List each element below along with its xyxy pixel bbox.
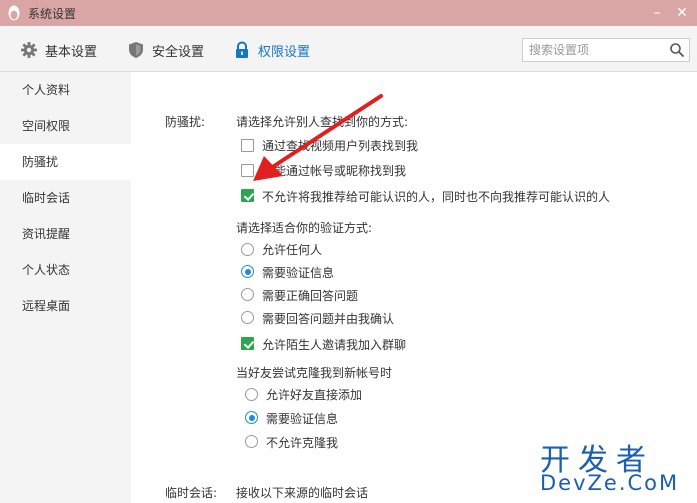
option-no-recommendation-label[interactable]: 不允许将我推荐给可能认识的人，同时也不向我推荐可能认识的人 [262, 188, 610, 205]
radio-allow-anyone[interactable] [241, 243, 254, 256]
checkbox-find-by-video-list[interactable] [241, 139, 254, 152]
option-allow-anyone-label[interactable]: 允许任何人 [262, 241, 322, 258]
radio-clone-disallow[interactable] [245, 435, 258, 448]
search-icon[interactable] [669, 42, 685, 58]
clone-prompt: 当好友尝试克隆我到新帐号时 [236, 366, 393, 380]
search-box[interactable] [522, 38, 690, 62]
temp-session-prompt: 接收以下来源的临时会话 [236, 486, 369, 500]
sidebar-item-anti-harassment[interactable]: 防骚扰 [0, 144, 131, 180]
option-answer-and-confirm-label[interactable]: 需要回答问题并由我确认 [262, 310, 394, 327]
settings-toolbar: 基本设置 安全设置 权限设置 [0, 26, 697, 72]
tab-security-settings-label: 安全设置 [152, 44, 205, 60]
find-method-prompt: 请选择允许别人查找到你的方式: [236, 115, 409, 129]
sidebar-item-personal-status[interactable]: 个人状态 [0, 252, 131, 288]
watermark-line2: DevZe.CoM [540, 471, 680, 495]
section-label-anti-harassment: 防骚扰: [165, 115, 206, 129]
sidebar-item-temp-session[interactable]: 临时会话 [0, 180, 131, 216]
penguin-logo-icon [8, 5, 20, 21]
option-allow-group-invite-label[interactable]: 允许陌生人邀请我加入群聊 [262, 336, 406, 353]
search-input[interactable] [529, 42, 659, 58]
radio-clone-need-verification[interactable] [245, 411, 258, 424]
minimize-button[interactable]: – [646, 3, 668, 23]
settings-sidebar: 个人资料 空间权限 防骚扰 临时会话 资讯提醒 个人状态 远程桌面 [0, 72, 131, 503]
sidebar-item-space-permission[interactable]: 空间权限 [0, 108, 131, 144]
radio-need-verification[interactable] [241, 265, 254, 278]
sidebar-item-remote-desktop[interactable]: 远程桌面 [0, 288, 131, 324]
radio-answer-question[interactable] [241, 288, 254, 301]
option-find-by-account-only-label[interactable]: 只能通过帐号或昵称找到我 [262, 162, 406, 179]
tab-permission-settings-label: 权限设置 [258, 44, 311, 60]
verify-method-prompt: 请选择适合你的验证方式: [236, 221, 373, 235]
option-need-verification-label[interactable]: 需要验证信息 [262, 264, 334, 281]
tab-basic-settings-label: 基本设置 [45, 44, 98, 60]
radio-clone-allow-direct[interactable] [245, 388, 258, 401]
option-answer-question-label[interactable]: 需要正确回答问题 [262, 287, 358, 304]
lock-icon [236, 41, 248, 58]
close-button[interactable]: ✕ [671, 3, 693, 23]
shield-icon [129, 42, 143, 58]
checkbox-find-by-account-only[interactable] [241, 164, 254, 177]
gear-icon [21, 42, 37, 58]
section-label-temp-session: 临时会话: [165, 486, 218, 500]
option-clone-disallow-label[interactable]: 不允许克隆我 [266, 434, 338, 451]
tab-permission-settings[interactable]: 权限设置 [233, 40, 310, 60]
option-find-by-video-list-label[interactable]: 通过查找视频用户列表找到我 [262, 137, 418, 154]
window-title: 系统设置 [28, 7, 77, 21]
sidebar-item-profile[interactable]: 个人资料 [0, 72, 131, 108]
radio-answer-and-confirm[interactable] [241, 311, 254, 324]
tab-security-settings[interactable]: 安全设置 [127, 40, 204, 60]
checkbox-allow-group-invite[interactable] [241, 337, 254, 350]
checkbox-no-recommendation[interactable] [241, 189, 254, 202]
option-clone-allow-direct-label[interactable]: 允许好友直接添加 [266, 386, 362, 403]
tab-basic-settings[interactable]: 基本设置 [20, 40, 97, 60]
sidebar-item-news-alerts[interactable]: 资讯提醒 [0, 216, 131, 252]
watermark: 开发者 DevZe.CoM [540, 435, 690, 499]
window-titlebar: 系统设置 – ✕ [0, 0, 697, 26]
option-clone-need-verification-label[interactable]: 需要验证信息 [266, 410, 338, 427]
